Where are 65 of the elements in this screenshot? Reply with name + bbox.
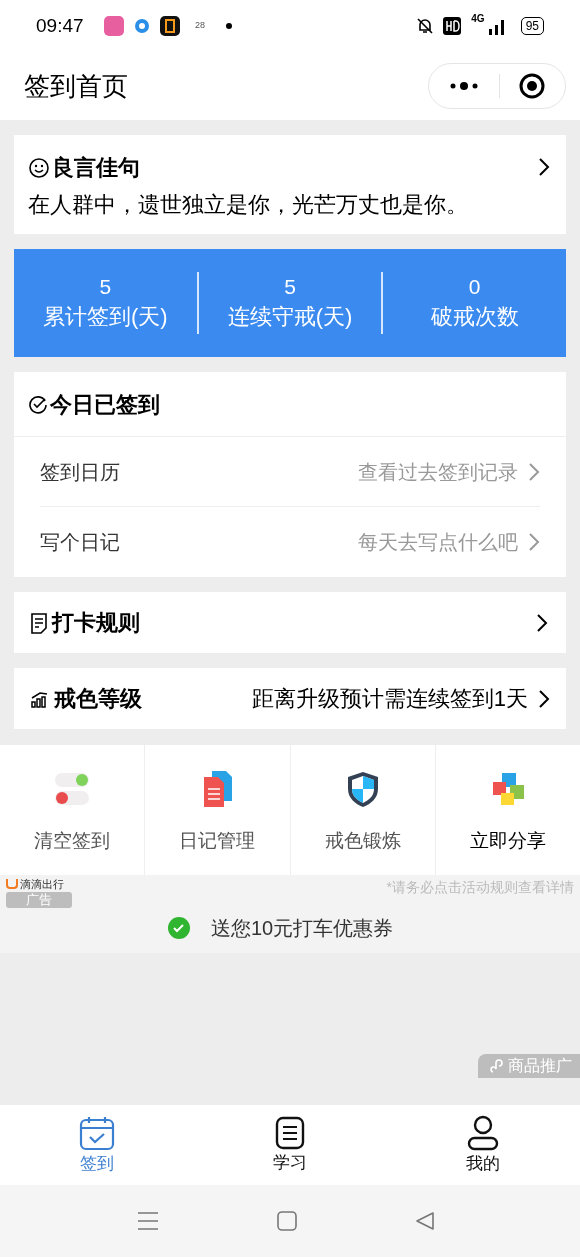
bar-chart-icon: [30, 689, 50, 708]
app-icon: [104, 16, 124, 36]
row-hint: 查看过去签到记录: [358, 459, 518, 485]
brand-label: 滴滴出行: [6, 877, 64, 891]
quote-text: 在人群中，遗世独立是你，光芒万丈也是你。: [28, 191, 469, 219]
action-label: 清空签到: [34, 829, 111, 853]
list-row[interactable]: 写个日记 每天去写点什么吧: [40, 507, 540, 577]
ad-offer: 送您10元打车优惠券: [210, 916, 395, 941]
action-tile[interactable]: 清空签到: [0, 745, 145, 875]
ad-badge: 广告: [6, 892, 72, 908]
row-label: 写个日记: [40, 530, 120, 555]
action-tile[interactable]: 戒色锻炼: [290, 745, 435, 875]
network-label: 4G: [471, 14, 485, 24]
action-tile[interactable]: 日记管理: [145, 745, 290, 875]
stat-label: 累计签到(天): [43, 303, 168, 331]
back-icon[interactable]: [415, 1211, 435, 1231]
chevron-icon: [528, 532, 540, 552]
section-title: 打卡规则: [52, 609, 141, 637]
signal-icon: [486, 17, 507, 35]
chevron-icon: [538, 157, 550, 177]
stat-label: 连续守戒(天): [227, 303, 353, 331]
chevron-icon: [536, 612, 548, 633]
check-circle-icon: [28, 394, 48, 414]
tab-item[interactable]: 签到: [0, 1105, 194, 1185]
menu-icon[interactable]: [137, 1211, 159, 1231]
battery-indicator: 95: [520, 17, 544, 35]
quote-title: 良言佳句: [52, 154, 140, 182]
hd-icon: [443, 17, 462, 35]
action-label: 立即分享: [469, 829, 546, 853]
section-title: 今日已签到: [50, 390, 160, 419]
stat-value: 5: [99, 274, 112, 300]
action-tile[interactable]: 立即分享: [435, 745, 580, 875]
more-icon[interactable]: [448, 81, 479, 91]
person-icon: [467, 1115, 500, 1151]
action-label: 日记管理: [179, 829, 256, 853]
check-badge-icon: [166, 916, 191, 940]
stat-label: 破戒次数: [430, 303, 519, 331]
calendar-day: 28: [190, 19, 210, 33]
list-row[interactable]: 签到日历 查看过去签到记录: [40, 437, 540, 507]
level-row[interactable]: 戒色等级 距离升级预计需连续签到1天: [14, 668, 566, 729]
app-icon: [134, 18, 150, 34]
link-icon: [490, 1058, 504, 1074]
status-time: 09:47: [36, 13, 85, 38]
tab-item[interactable]: 我的: [386, 1105, 580, 1185]
tab-item[interactable]: 学习: [193, 1105, 387, 1185]
home-icon[interactable]: [277, 1211, 297, 1231]
page-title: 签到首页: [24, 69, 128, 103]
close-target-icon[interactable]: [519, 73, 546, 99]
notes-icon: [275, 1116, 305, 1150]
action-label: 戒色锻炼: [324, 829, 401, 853]
smile-icon: [28, 156, 50, 179]
bell-muted-icon: [417, 17, 434, 35]
section-title: 戒色等级: [54, 685, 143, 713]
calendar-icon: [78, 1115, 115, 1151]
stat-value: 0: [468, 274, 481, 300]
chevron-icon: [538, 688, 550, 709]
row-hint: 距离升级预计需连续签到1天: [251, 685, 528, 713]
rules-row[interactable]: 打卡规则: [14, 592, 566, 653]
app-icon: [160, 16, 180, 36]
document-icon: [30, 611, 48, 634]
row-label: 签到日历: [40, 459, 120, 485]
chevron-icon: [528, 461, 540, 482]
row-hint: 每天去写点什么吧: [358, 530, 518, 555]
quote-card[interactable]: 良言佳句 在人群中，遗世独立是你，光芒万丈也是你。: [14, 135, 566, 234]
stat-value: 5: [284, 274, 296, 300]
